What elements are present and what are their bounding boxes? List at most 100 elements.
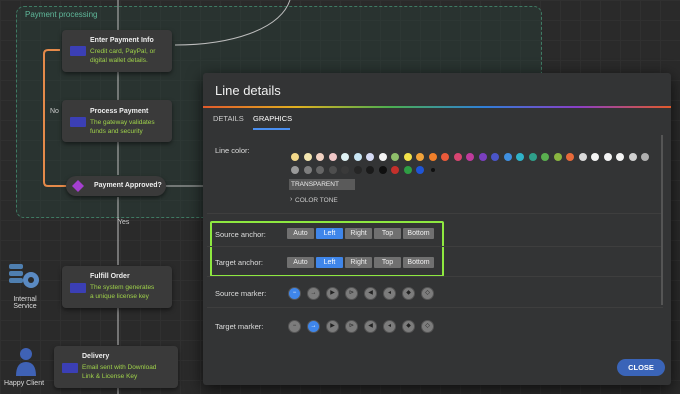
target-anchor-option-bottom[interactable]: Bottom	[403, 257, 434, 268]
color-swatch[interactable]	[403, 153, 412, 161]
source-marker-option[interactable]: ◇	[421, 287, 434, 300]
color-swatch[interactable]	[353, 153, 362, 161]
close-button[interactable]: CLOSE	[617, 359, 665, 376]
node-delivery[interactable]: Delivery Email sent with Download Link &…	[54, 346, 178, 388]
node-desc-line: a unique license key	[90, 293, 149, 300]
target-marker-option[interactable]: ◇	[421, 320, 434, 333]
color-swatch[interactable]	[291, 166, 299, 174]
source-anchor-option-auto[interactable]: Auto	[287, 228, 314, 239]
color-swatch[interactable]	[541, 153, 549, 161]
target-marker-option[interactable]: ◀	[364, 320, 377, 333]
color-swatch[interactable]	[428, 153, 437, 161]
color-swatch[interactable]	[316, 153, 324, 161]
color-swatch[interactable]	[303, 153, 312, 161]
color-swatch[interactable]	[528, 153, 537, 161]
color-swatch[interactable]	[391, 166, 399, 174]
chevron-right-icon[interactable]: ›	[290, 196, 292, 203]
person-icon[interactable]	[14, 346, 38, 376]
color-swatch[interactable]	[303, 166, 312, 174]
node-title: Fulfill Order	[90, 273, 130, 280]
target-marker-option[interactable]: ⊳	[345, 320, 358, 333]
graphics-settings-pane[interactable]: Line color: TRANSPARENT › COLOR TONE Sou…	[203, 135, 671, 347]
node-payment-approved-decision[interactable]: Payment Approved?	[66, 176, 166, 196]
target-anchor-label: Target anchor:	[215, 258, 263, 267]
color-swatch[interactable]	[416, 153, 424, 161]
internal-service-icon[interactable]	[6, 262, 44, 294]
transparent-color-button[interactable]: TRANSPARENT	[289, 179, 355, 190]
color-swatch[interactable]	[403, 166, 412, 174]
source-anchor-option-bottom[interactable]: Bottom	[403, 228, 434, 239]
source-anchor-option-top[interactable]: Top	[374, 228, 401, 239]
source-marker-option[interactable]: →	[307, 287, 320, 300]
color-swatch[interactable]	[341, 166, 349, 174]
color-tone-toggle[interactable]: COLOR TONE	[295, 197, 338, 204]
dialog-tabs: DETAILS GRAPHICS	[203, 109, 671, 130]
source-marker-option[interactable]: ⊳	[345, 287, 358, 300]
dialog-scrollbar[interactable]	[661, 135, 663, 305]
color-swatch[interactable]	[353, 166, 362, 174]
color-swatch[interactable]	[466, 153, 474, 161]
color-swatch[interactable]	[478, 153, 487, 161]
color-swatch[interactable]	[378, 153, 387, 161]
color-swatch[interactable]	[328, 166, 337, 174]
node-desc-line: Link & License Key	[82, 373, 138, 380]
color-swatch[interactable]	[328, 153, 337, 161]
target-marker-option[interactable]: ▶	[326, 320, 339, 333]
color-swatch[interactable]	[578, 153, 587, 161]
source-marker-option[interactable]: ◀	[364, 287, 377, 300]
source-anchor-label: Source anchor:	[215, 230, 266, 239]
target-anchor-option-left[interactable]: Left	[316, 257, 343, 268]
color-swatch[interactable]	[430, 168, 435, 172]
color-swatch[interactable]	[391, 153, 399, 161]
color-swatch[interactable]	[291, 153, 299, 161]
source-marker-option[interactable]: ◂	[383, 287, 396, 300]
color-swatch[interactable]	[616, 153, 624, 161]
node-process-payment[interactable]: Process Payment The gateway validates fu…	[62, 100, 172, 142]
node-fulfill-order[interactable]: Fulfill Order The system generates a uni…	[62, 266, 172, 308]
node-enter-payment-info[interactable]: Enter Payment Info Credit card, PayPal, …	[62, 30, 172, 72]
color-swatch[interactable]	[453, 153, 462, 161]
target-marker-option[interactable]: →	[307, 320, 320, 333]
color-swatch[interactable]	[628, 153, 637, 161]
color-swatch[interactable]	[341, 153, 349, 161]
node-desc-line: digital wallet details.	[90, 57, 148, 64]
node-desc-line: Credit card, PayPal, or	[90, 48, 156, 55]
target-marker-option[interactable]: −	[288, 320, 301, 333]
target-marker-label: Target marker:	[215, 322, 264, 331]
color-swatch[interactable]	[491, 153, 499, 161]
color-swatch[interactable]	[516, 153, 524, 161]
color-swatch[interactable]	[553, 153, 562, 161]
divider	[207, 307, 663, 308]
color-swatch[interactable]	[366, 153, 374, 161]
tab-graphics[interactable]: GRAPHICS	[253, 114, 292, 123]
source-marker-option[interactable]: ◆	[402, 287, 415, 300]
target-anchor-option-auto[interactable]: Auto	[287, 257, 314, 268]
wire-curve-in	[174, 0, 291, 46]
target-anchor-option-top[interactable]: Top	[374, 257, 401, 268]
color-swatch[interactable]	[378, 166, 387, 174]
color-swatch[interactable]	[566, 153, 574, 161]
target-anchor-option-right[interactable]: Right	[345, 257, 372, 268]
divider	[207, 276, 663, 277]
color-swatch[interactable]	[441, 153, 449, 161]
source-anchor-option-left[interactable]: Left	[316, 228, 343, 239]
node-desc-line: Email sent with Download	[82, 364, 157, 371]
color-swatch[interactable]	[316, 166, 324, 174]
color-swatch[interactable]	[366, 166, 374, 174]
color-swatch[interactable]	[503, 153, 512, 161]
source-marker-option[interactable]: ▶	[326, 287, 339, 300]
actor-label-client: Happy Client	[3, 380, 45, 387]
target-marker-option[interactable]: ◆	[402, 320, 415, 333]
node-title: Process Payment	[90, 108, 149, 115]
node-title: Delivery	[82, 353, 110, 360]
color-swatch[interactable]	[416, 166, 424, 174]
source-anchor-option-right[interactable]: Right	[345, 228, 372, 239]
color-swatch[interactable]	[641, 153, 649, 161]
wire-label-yes: Yes	[118, 219, 130, 226]
source-marker-option[interactable]: −	[288, 287, 301, 300]
target-marker-option[interactable]: ◂	[383, 320, 396, 333]
tab-details[interactable]: DETAILS	[213, 114, 244, 123]
actor-label-internal: Internal Service	[13, 296, 37, 310]
color-swatch[interactable]	[591, 153, 599, 161]
color-swatch[interactable]	[603, 153, 612, 161]
